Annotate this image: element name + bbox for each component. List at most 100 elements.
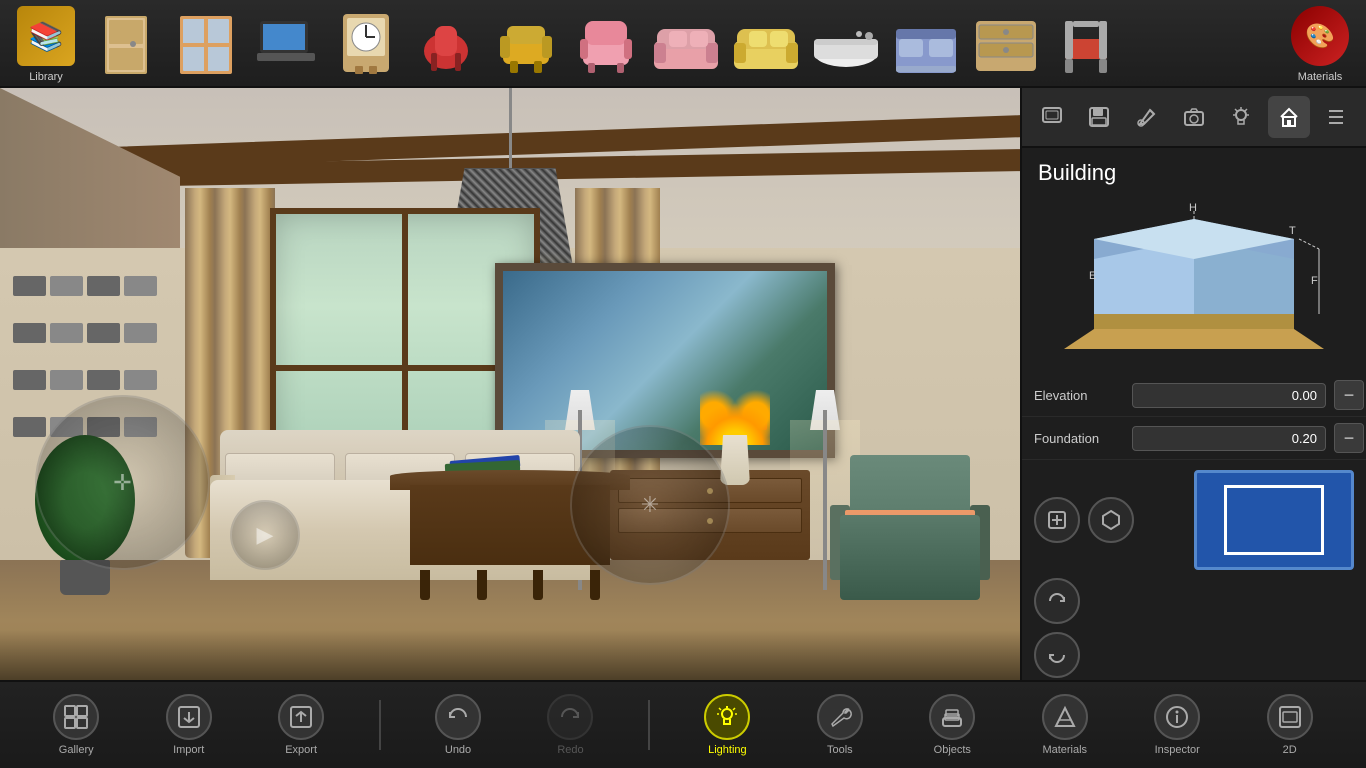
armchair-body — [840, 515, 980, 600]
navigation-joystick-left[interactable]: ✛ — [35, 395, 210, 570]
right-panel-tabs — [1022, 88, 1366, 148]
tab-light[interactable] — [1220, 96, 1262, 138]
info-button[interactable] — [1034, 632, 1080, 678]
undo-button[interactable]: Undo — [423, 690, 493, 760]
import-icon — [166, 694, 212, 740]
furniture-sofa-pink[interactable] — [650, 9, 722, 77]
library-button[interactable]: 📚 Library — [10, 0, 82, 87]
elevation-label: Elevation — [1034, 388, 1124, 403]
furniture-dresser-top[interactable] — [970, 9, 1042, 77]
furniture-chair-red[interactable] — [410, 9, 482, 77]
decor-block — [87, 370, 120, 390]
top-toolbar: 📚 Library — [0, 0, 1366, 88]
export-button[interactable]: Export — [266, 690, 336, 760]
navigation-action-button[interactable]: ✳ — [570, 425, 730, 585]
add-room-button[interactable] — [1034, 497, 1080, 543]
furniture-armchair-yellow[interactable] — [490, 9, 562, 77]
navigation-joystick-right[interactable]: ▶ — [230, 500, 300, 570]
paint-icon — [1136, 106, 1158, 128]
lighting-button[interactable]: Lighting — [692, 690, 762, 760]
nav-right-arrow-icon: ▶ — [257, 522, 274, 548]
import-button[interactable]: Import — [154, 690, 224, 760]
tools-icon — [817, 694, 863, 740]
2d-button[interactable]: 2D — [1255, 690, 1325, 760]
gallery-label: Gallery — [59, 744, 94, 756]
tab-list[interactable] — [1315, 96, 1357, 138]
camera-icon — [1183, 106, 1205, 128]
furniture-chair-metal[interactable] — [1050, 9, 1122, 77]
move-3d-button[interactable] — [1088, 497, 1134, 543]
light-icon — [1230, 106, 1252, 128]
tab-home[interactable] — [1268, 96, 1310, 138]
metal-chair-icon — [1055, 11, 1117, 76]
materials-label: Materials — [1298, 71, 1343, 83]
building-section-title: Building — [1022, 148, 1366, 194]
building-controls — [1022, 460, 1366, 680]
export-icon — [278, 694, 324, 740]
furniture-door[interactable] — [90, 9, 162, 77]
decor-block — [87, 323, 120, 343]
furniture-clock[interactable] — [330, 9, 402, 77]
lamp-pole — [823, 410, 827, 590]
redo-label: Redo — [557, 744, 583, 756]
foundation-input[interactable] — [1132, 426, 1326, 451]
select-icon — [1041, 106, 1063, 128]
floor-plan-thumbnail[interactable] — [1194, 470, 1354, 570]
yellow-sofa-icon — [731, 11, 801, 76]
floor-plan-room — [1224, 485, 1324, 555]
foundation-minus-button[interactable]: − — [1334, 423, 1364, 453]
objects-label: Objects — [934, 744, 971, 756]
floor-plan-door — [1262, 549, 1287, 552]
inspector-button[interactable]: Inspector — [1142, 690, 1212, 760]
red-chair-icon — [415, 11, 477, 76]
furniture-sofa-yellow[interactable] — [730, 9, 802, 77]
furniture-bathtub[interactable] — [810, 9, 882, 77]
viewport[interactable]: ✛ ▶ ✳ — [0, 88, 1020, 680]
elevation-minus-button[interactable]: − — [1334, 380, 1364, 410]
furniture-chair-pink[interactable] — [570, 9, 642, 77]
foundation-label: Foundation — [1034, 431, 1124, 446]
lighting-icon — [704, 694, 750, 740]
furniture-bed[interactable] — [890, 9, 962, 77]
pendant-cord — [509, 88, 512, 168]
foundation-row: Foundation − + — [1022, 417, 1366, 460]
rotate-button[interactable] — [1034, 578, 1080, 624]
bathtub-icon — [811, 11, 881, 76]
tools-label: Tools — [827, 744, 853, 756]
redo-button[interactable]: Redo — [535, 690, 605, 760]
svg-text:E: E — [1089, 270, 1096, 282]
lighting-label: Lighting — [708, 744, 747, 756]
pink-sofa-icon — [651, 11, 721, 76]
tab-camera[interactable] — [1173, 96, 1215, 138]
redo-icon — [547, 694, 593, 740]
tools-button[interactable]: Tools — [805, 690, 875, 760]
furniture-laptop[interactable] — [250, 9, 322, 77]
decor-block — [13, 276, 46, 296]
materials-bottom-button[interactable]: Materials — [1030, 690, 1100, 760]
decor-block — [124, 370, 157, 390]
dresser-icon — [971, 11, 1041, 76]
library-label: Library — [29, 71, 63, 83]
yellow-armchair-icon — [495, 11, 557, 76]
objects-icon — [929, 694, 975, 740]
inspector-label: Inspector — [1155, 744, 1200, 756]
armchair — [830, 450, 990, 600]
export-label: Export — [285, 744, 317, 756]
furniture-window[interactable] — [170, 9, 242, 77]
undo-label: Undo — [445, 744, 471, 756]
window-icon — [175, 11, 237, 76]
gallery-button[interactable]: Gallery — [41, 690, 111, 760]
tab-save[interactable] — [1078, 96, 1120, 138]
room-scene: ✛ ▶ ✳ — [0, 88, 1020, 680]
tab-select[interactable] — [1031, 96, 1073, 138]
decor-block — [50, 276, 83, 296]
2d-label: 2D — [1283, 744, 1297, 756]
tab-paint[interactable] — [1126, 96, 1168, 138]
objects-button[interactable]: Objects — [917, 690, 987, 760]
toolbar-divider-1 — [379, 700, 381, 750]
svg-text:F: F — [1311, 275, 1318, 287]
materials-button[interactable]: 🎨 Materials — [1284, 0, 1356, 87]
elevation-row: Elevation − + — [1022, 374, 1366, 417]
table-leg — [533, 570, 543, 600]
elevation-input[interactable] — [1132, 383, 1326, 408]
